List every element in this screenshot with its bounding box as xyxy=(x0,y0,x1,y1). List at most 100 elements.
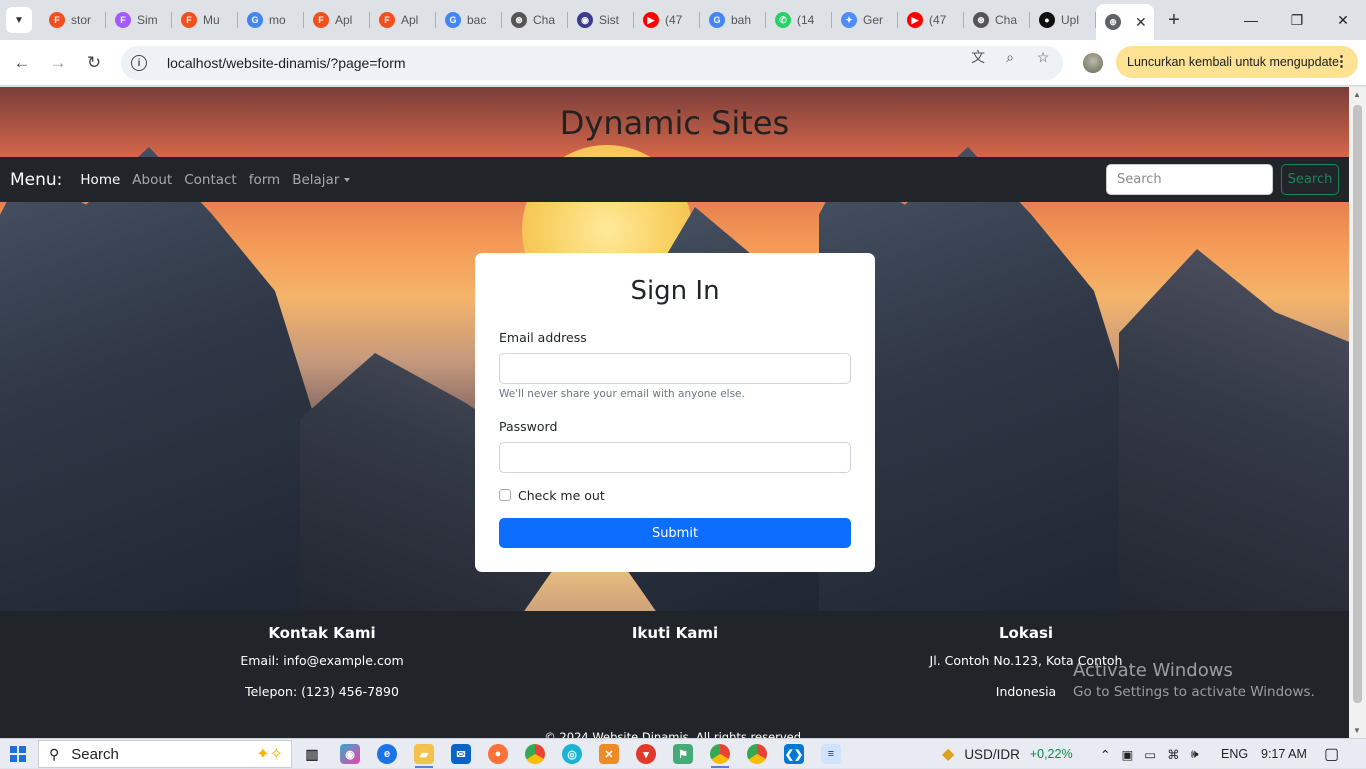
browser-tab[interactable]: F Sim xyxy=(106,0,172,40)
language-indicator[interactable]: ENG xyxy=(1221,739,1248,769)
tab-label: (14 xyxy=(797,13,815,27)
file-explorer-icon[interactable]: ▰ xyxy=(414,744,434,764)
copilot-sparkle-icon: ✦✧ xyxy=(256,746,283,763)
browser-tab[interactable]: F Apl xyxy=(370,0,436,40)
figma-icon: F xyxy=(115,12,131,28)
windows-start-icon[interactable] xyxy=(10,746,26,762)
copilot-icon[interactable]: ◉ xyxy=(340,744,360,764)
taskbar-search-label: Search xyxy=(71,745,119,763)
browser-tab[interactable]: ⊛ Cha xyxy=(964,0,1030,40)
sign-in-card: Sign In Email address We'll never share … xyxy=(475,253,875,572)
browser-tab[interactable]: ✆ (14 xyxy=(766,0,832,40)
password-field[interactable] xyxy=(499,442,851,473)
browser-toolbar: ← → ↻ i localhost/website-dinamis/?page=… xyxy=(0,40,1366,86)
scrollbar-thumb[interactable] xyxy=(1353,105,1362,703)
browser-tab[interactable]: ✦ Ger xyxy=(832,0,898,40)
volume-icon[interactable]: 🕪 xyxy=(1191,747,1199,762)
tab-list: Fstor F Sim F Mu Gmo F Apl F Apl Gbac ⊛ Cha ◉ Sist ▶ (47… xyxy=(40,0,1194,40)
youtube-icon: ▶ xyxy=(907,12,923,28)
github-icon: ● xyxy=(1039,12,1055,28)
url-text[interactable]: localhost/website-dinamis/?page=form xyxy=(167,55,406,71)
browser-tab[interactable]: F Mu xyxy=(172,0,238,40)
footer-contact-title: Kontak Kami xyxy=(268,624,376,642)
network-icon[interactable]: ⌘ xyxy=(1167,747,1180,762)
close-window-icon[interactable]: ✕ xyxy=(1320,0,1366,40)
browser-tab-active[interactable]: ⊕ ✕ xyxy=(1096,4,1154,40)
menu-kebab-icon[interactable]: ⋮ xyxy=(1334,52,1349,70)
nav-link-contact[interactable]: Contact xyxy=(184,172,237,188)
footer-location-title: Lokasi xyxy=(998,624,1054,642)
tab-label: Sist xyxy=(599,13,620,27)
chrome-profile-icon[interactable] xyxy=(710,744,730,764)
navbar-search-input[interactable]: Search xyxy=(1106,164,1273,195)
browser-tab[interactable]: Gbah xyxy=(700,0,766,40)
profile-avatar[interactable] xyxy=(1083,53,1103,73)
reload-icon[interactable]: ↻ xyxy=(80,49,108,77)
taskbar-search-box[interactable]: ⚲ Search ✦✧ xyxy=(38,740,292,768)
tab-search-chevron-icon[interactable]: ▼ xyxy=(6,7,32,33)
currency-change: +0,22% xyxy=(1029,747,1073,761)
mail-icon[interactable]: ✉ xyxy=(451,744,471,764)
address-bar[interactable]: i localhost/website-dinamis/?page=form xyxy=(121,46,1063,80)
browser-tab[interactable]: ▶ (47 xyxy=(634,0,700,40)
email-field[interactable] xyxy=(499,353,851,384)
nav-link-about[interactable]: About xyxy=(132,172,172,188)
browser-tab[interactable]: ▶ (47 xyxy=(898,0,964,40)
browser-tab[interactable]: Fstor xyxy=(40,0,106,40)
currency-pair: USD/IDR xyxy=(964,746,1020,762)
zoom-icon[interactable]: ⌕ xyxy=(1001,48,1019,66)
nav-link-home[interactable]: Home xyxy=(80,172,120,188)
translate-icon[interactable]: 文 xyxy=(969,48,987,66)
device-icon[interactable]: ▣ xyxy=(1121,747,1133,762)
new-tab-plus-icon[interactable]: + xyxy=(1154,0,1194,40)
currency-widget[interactable]: ◆ USD/IDR +0,22% xyxy=(942,739,1073,769)
scroll-down-icon[interactable]: ▼ xyxy=(1353,726,1361,735)
edge-icon[interactable]: e xyxy=(377,744,397,764)
app-icon[interactable]: ⚑ xyxy=(673,744,693,764)
browser-tab[interactable]: Gmo xyxy=(238,0,304,40)
scroll-up-icon[interactable]: ▲ xyxy=(1353,90,1361,99)
nav-dropdown-belajar[interactable]: Belajar xyxy=(292,172,351,188)
bookmark-star-icon[interactable]: ☆ xyxy=(1034,48,1052,66)
chatgpt-icon: ⊛ xyxy=(511,12,527,28)
notification-icon[interactable]: ▢ xyxy=(1324,739,1339,769)
figma-icon: F xyxy=(313,12,329,28)
firefox-icon[interactable]: ● xyxy=(488,744,508,764)
submit-button[interactable]: Submit xyxy=(499,518,851,548)
tab-label: bac xyxy=(467,13,487,27)
chevron-up-icon[interactable]: ⌃ xyxy=(1100,747,1110,762)
chrome-second-icon[interactable] xyxy=(747,744,767,764)
restore-icon[interactable]: ❐ xyxy=(1274,0,1320,40)
forward-arrow-icon[interactable]: → xyxy=(44,49,72,77)
navbar-search-button[interactable]: Search xyxy=(1281,164,1339,195)
browser-tab[interactable]: ● Upl xyxy=(1030,0,1096,40)
checkbox-label[interactable]: Check me out xyxy=(518,488,605,503)
browser-app-icon[interactable]: ◎ xyxy=(562,744,582,764)
relaunch-update-button[interactable]: Luncurkan kembali untuk mengupdate ⋮ xyxy=(1116,46,1358,78)
system-tray: ⌃ ▣ ▭ ⌘ 🕪 xyxy=(1100,739,1199,769)
clock[interactable]: 9:17 AM xyxy=(1261,739,1307,769)
check-me-out-checkbox[interactable] xyxy=(499,489,511,501)
browser-tab[interactable]: F Apl xyxy=(304,0,370,40)
relaunch-label: Luncurkan kembali untuk mengupdate xyxy=(1127,55,1339,69)
xampp-icon[interactable]: ✕ xyxy=(599,744,619,764)
close-tab-icon[interactable]: ✕ xyxy=(1135,14,1147,31)
chrome-icon[interactable] xyxy=(525,744,545,764)
page-scrollbar[interactable]: ▲ ▼ xyxy=(1349,87,1366,738)
form-title: Sign In xyxy=(630,276,720,306)
back-arrow-icon[interactable]: ← xyxy=(8,49,36,77)
battery-icon[interactable]: ▭ xyxy=(1144,747,1156,762)
whatsapp-icon: ✆ xyxy=(775,12,791,28)
notepad-icon[interactable]: ≡ xyxy=(821,744,841,764)
google-icon: G xyxy=(247,12,263,28)
browser-tab[interactable]: ◉ Sist xyxy=(568,0,634,40)
browser-tab[interactable]: ⊛ Cha xyxy=(502,0,568,40)
vscode-icon[interactable]: ❮❯ xyxy=(784,744,804,764)
nav-link-form[interactable]: form xyxy=(249,172,280,188)
brave-icon[interactable]: ▾ xyxy=(636,744,656,764)
task-view-icon[interactable]: ▥ xyxy=(302,744,322,764)
site-info-icon[interactable]: i xyxy=(131,55,147,71)
minimize-icon[interactable]: — xyxy=(1228,0,1274,40)
browser-tab[interactable]: Gbac xyxy=(436,0,502,40)
site-title: Dynamic Sites xyxy=(559,104,790,142)
